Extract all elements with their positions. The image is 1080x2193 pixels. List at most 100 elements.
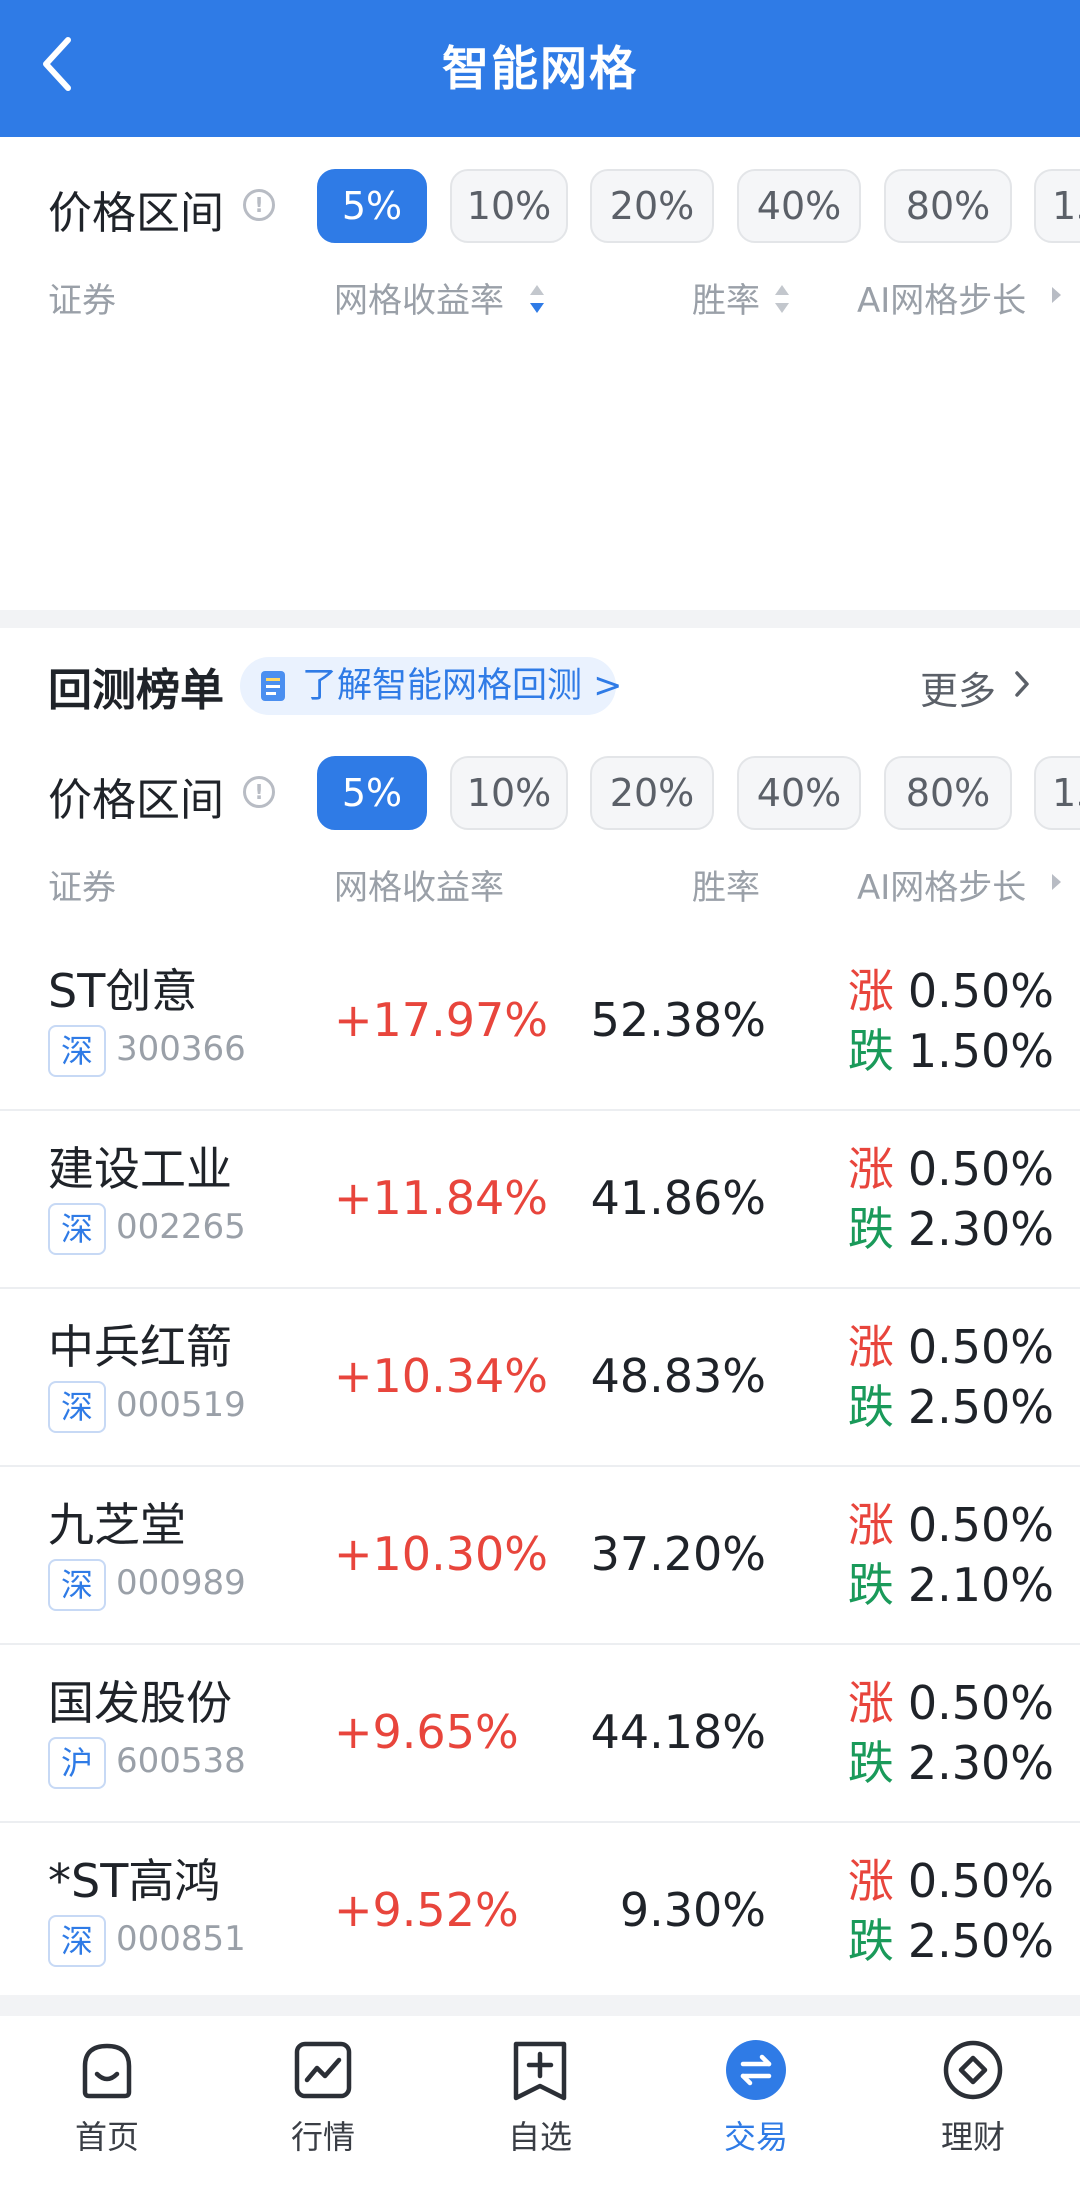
col-win-rate[interactable]: 胜率 [692, 273, 760, 322]
market-badge: 深 [48, 1559, 106, 1611]
sort-desc-icon[interactable] [529, 283, 545, 315]
tab-market[interactable]: 行情 [248, 2038, 398, 2178]
fall-label: 跌 [847, 1558, 894, 1612]
step-up: 涨 0.50% [848, 1845, 1054, 1911]
stock-name: 国发股份 [48, 1676, 232, 1730]
price-range-label: 价格区间 [48, 775, 224, 826]
price-range-label: 价格区间 [48, 188, 224, 239]
step-down: 跌 2.50% [848, 1905, 1054, 1971]
range-chip-40[interactable]: 40% [737, 756, 861, 830]
range-chip-20[interactable]: 20% [590, 756, 714, 830]
tab-trade[interactable]: 交易 [681, 2038, 831, 2178]
step-up-value: 0.50% [907, 1498, 1054, 1552]
market-badge: 深 [48, 1025, 106, 1077]
home-icon [82, 2043, 132, 2099]
step-up: 涨 0.50% [848, 1311, 1054, 1377]
tab-home[interactable]: 首页 [32, 2038, 182, 2178]
grid-return: +11.84% [334, 1171, 548, 1225]
column-header: 证券 网格收益率 胜率 AI网格步长 [0, 860, 1080, 910]
rise-label: 涨 [847, 1498, 894, 1552]
stock-name: 九芝堂 [48, 1498, 186, 1552]
tab-label: 自选 [507, 2118, 572, 2156]
range-chip-10[interactable]: 10% [450, 169, 568, 243]
fall-label: 跌 [847, 1736, 894, 1790]
market-badge: 沪 [48, 1737, 106, 1789]
rise-label: 涨 [847, 1676, 894, 1730]
step-down-value: 1.50% [907, 1024, 1054, 1078]
page-title: 智能网格 [442, 42, 638, 97]
step-down: 跌 2.50% [848, 1371, 1054, 1437]
stock-code: 002265 [116, 1207, 246, 1247]
table-row[interactable]: 国发股份 沪 600538 +9.65% 44.18% 涨 0.50% 跌 2.30… [0, 1645, 1080, 1823]
col-return: 网格收益率 [334, 868, 504, 908]
rise-label: 涨 [847, 964, 894, 1018]
watchlist-icon [513, 2041, 567, 2101]
fall-label: 跌 [847, 1024, 894, 1078]
table-row[interactable]: 中兵红箭 深 000519 +10.34% 48.83% 涨 0.50% 跌 2.5… [0, 1289, 1080, 1467]
sort-icon[interactable] [774, 283, 790, 315]
win-rate: 52.38% [590, 993, 766, 1047]
stock-name: 建设工业 [48, 1142, 232, 1196]
step-up-value: 0.50% [907, 964, 1054, 1018]
range-chip-5[interactable]: 5% [317, 756, 427, 830]
fall-label: 跌 [847, 1914, 894, 1968]
more-link[interactable]: 更多 [920, 660, 996, 715]
price-range-row: 价格区间 ! 5% 10% 20% 40% 80% 15 [0, 756, 1080, 832]
range-chip-40[interactable]: 40% [737, 169, 861, 243]
stock-code: 300366 [116, 1029, 246, 1069]
step-up-value: 0.50% [907, 1142, 1054, 1196]
table-row[interactable]: *ST高鸿 深 000851 +9.52% 9.30% 涨 0.50% 跌 2.50… [0, 1823, 1080, 1995]
top-bar: 智能网格 [0, 0, 1080, 137]
table-row[interactable]: ST创意 深 300366 +17.97% 52.38% 涨 0.50% 跌 1.5… [0, 933, 1080, 1111]
table-row[interactable]: 建设工业 深 002265 +11.84% 41.86% 涨 0.50% 跌 2.3… [0, 1111, 1080, 1289]
smart-grid-card: 价格区间 ! 5% 10% 20% 40% 80% 15 证券 网格收益率 胜率… [0, 137, 1080, 610]
col-step: AI网格步长 [857, 868, 1027, 908]
range-chip-20[interactable]: 20% [590, 169, 714, 243]
range-chip-80[interactable]: 80% [884, 756, 1012, 830]
step-down: 跌 1.50% [848, 1015, 1054, 1081]
tab-label: 理财 [940, 2118, 1005, 2156]
range-chip-80[interactable]: 80% [884, 169, 1012, 243]
step-down: 跌 2.10% [848, 1549, 1054, 1615]
win-rate: 44.18% [590, 1705, 766, 1759]
fall-label: 跌 [847, 1380, 894, 1434]
col-step: AI网格步长 [857, 281, 1027, 321]
col-security: 证券 [48, 281, 116, 321]
range-chip-10[interactable]: 10% [450, 756, 568, 830]
step-up-value: 0.50% [907, 1676, 1054, 1730]
range-chip-5[interactable]: 5% [317, 169, 427, 243]
win-rate: 9.30% [619, 1883, 766, 1937]
step-down-value: 2.30% [907, 1736, 1054, 1790]
win-rate: 37.20% [590, 1527, 766, 1581]
tab-label: 行情 [290, 2118, 355, 2156]
step-down-value: 2.50% [907, 1380, 1054, 1434]
range-chip-15[interactable]: 15 [1034, 756, 1080, 830]
info-icon[interactable]: ! [243, 189, 275, 221]
range-chip-15[interactable]: 15 [1034, 169, 1080, 243]
step-up: 涨 0.50% [848, 1667, 1054, 1733]
info-icon[interactable]: ! [243, 776, 275, 808]
col-return[interactable]: 网格收益率 [334, 273, 504, 322]
price-range-row: 价格区间 ! 5% 10% 20% 40% 80% 15 [0, 169, 1080, 245]
caret-right-icon [1052, 874, 1061, 890]
stock-name: *ST高鸿 [48, 1854, 221, 1908]
bottom-tab-bar: 首页 行情 自选 交易 理财 [0, 2016, 1080, 2193]
market-badge: 深 [48, 1915, 106, 1967]
step-down: 跌 2.30% [848, 1727, 1054, 1793]
step-up-value: 0.50% [907, 1320, 1054, 1374]
trade-icon [726, 2040, 786, 2100]
step-up: 涨 0.50% [848, 1133, 1054, 1199]
stock-name: 中兵红箭 [48, 1320, 232, 1374]
step-down: 跌 2.30% [848, 1193, 1054, 1259]
chevron-right-icon[interactable] [1014, 670, 1030, 698]
tab-watchlist[interactable]: 自选 [465, 2038, 615, 2178]
tab-wealth[interactable]: 理财 [898, 2038, 1048, 2178]
backtest-card: 回测榜单 了解智能网格回测 > 更多 价格区间 ! 5% 10% 20% 40%… [0, 628, 1080, 1995]
step-down-value: 2.50% [907, 1914, 1054, 1968]
tab-label: 交易 [723, 2118, 788, 2156]
rise-label: 涨 [847, 1320, 894, 1374]
step-up-value: 0.50% [907, 1854, 1054, 1908]
table-row[interactable]: 九芝堂 深 000989 +10.30% 37.20% 涨 0.50% 跌 2.10… [0, 1467, 1080, 1645]
learn-backtest-link[interactable]: 了解智能网格回测 > [240, 657, 622, 715]
stock-name: ST创意 [48, 964, 198, 1018]
